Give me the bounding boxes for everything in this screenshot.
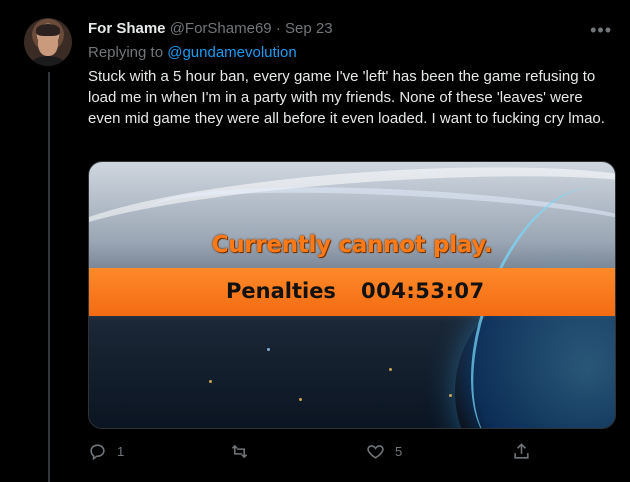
reply-count: 1 <box>117 443 125 459</box>
like-count: 5 <box>395 443 403 459</box>
replying-prefix: Replying to <box>88 44 164 61</box>
avatar-hair <box>36 24 60 36</box>
separator-dot: · <box>275 20 281 37</box>
share-icon <box>514 442 529 459</box>
heart-icon <box>367 444 384 459</box>
avatar[interactable] <box>24 18 72 66</box>
replying-to: Replying to @gundamevolution <box>88 44 297 61</box>
tweet-date[interactable]: Sep 23 <box>285 20 333 37</box>
penalty-label: Penalties <box>226 279 336 303</box>
share-button[interactable] <box>512 438 531 464</box>
like-button[interactable]: 5 <box>366 438 402 464</box>
tweet-actions: 1 5 <box>88 438 558 464</box>
display-name[interactable]: For Shame <box>88 20 166 37</box>
user-handle[interactable]: @ForShame69 <box>170 20 272 37</box>
thread-line <box>48 72 50 482</box>
tweet-media-image[interactable]: Currently cannot play. Penalties 004:53:… <box>88 161 616 429</box>
more-horizontal-icon[interactable]: ••• <box>590 20 612 41</box>
avatar-column <box>24 18 74 66</box>
tweet-header: For Shame @ForShame69 · Sep 23 ••• <box>88 20 612 42</box>
reply-icon <box>90 443 105 460</box>
retweet-icon <box>231 444 248 458</box>
avatar-shirt <box>30 56 66 66</box>
retweet-button[interactable] <box>230 438 259 464</box>
penalty-bar: Penalties 004:53:07 <box>89 268 615 316</box>
ban-title: Currently cannot play. <box>211 232 493 258</box>
penalty-timer: 004:53:07 <box>361 279 485 303</box>
replying-handle-link[interactable]: @gundamevolution <box>167 44 296 61</box>
tweet-text: Stuck with a 5 hour ban, every game I've… <box>88 68 605 127</box>
reply-button[interactable]: 1 <box>88 438 124 464</box>
